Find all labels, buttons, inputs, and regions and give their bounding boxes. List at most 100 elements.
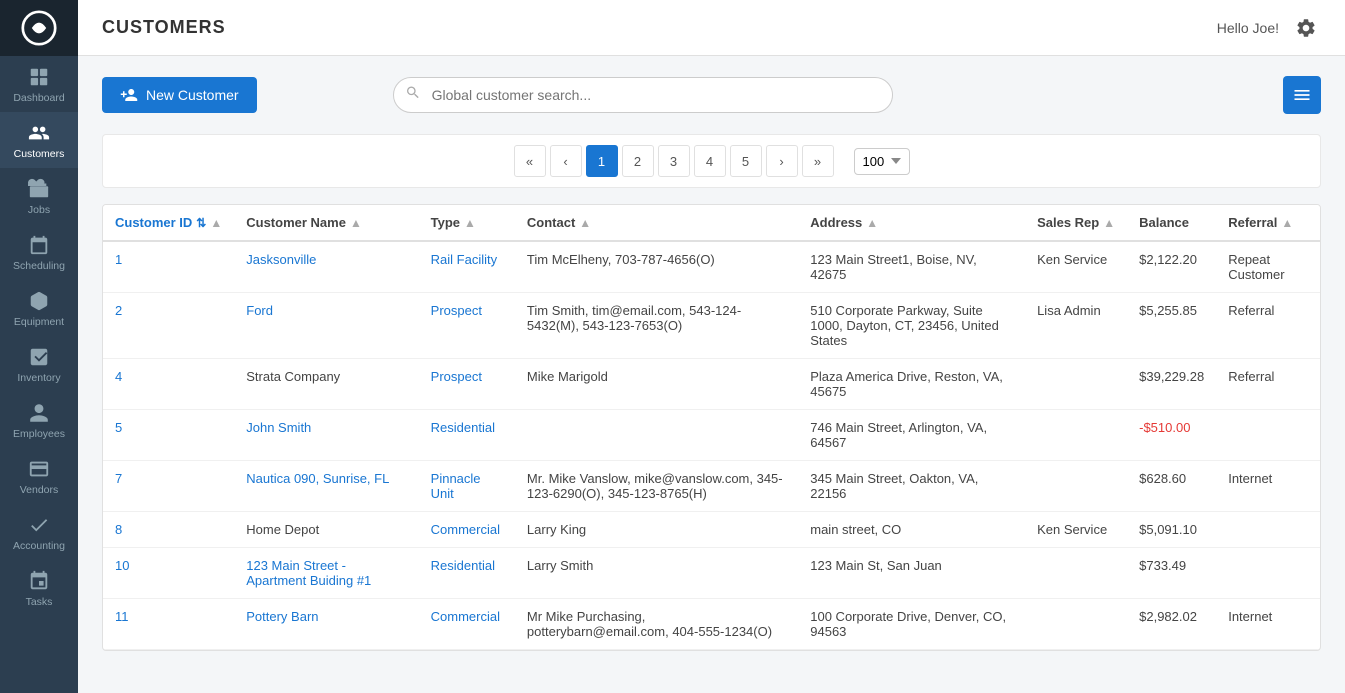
cell-sales-rep	[1025, 548, 1127, 599]
page-prev-button[interactable]: ‹	[550, 145, 582, 177]
cell-name: Strata Company	[234, 359, 418, 410]
customer-name-link[interactable]: 123 Main Street - Apartment Buiding #1	[246, 558, 371, 588]
cell-balance: -$510.00	[1127, 410, 1216, 461]
filter-referral-icon[interactable]: ▲	[1281, 216, 1293, 230]
sidebar-item-inventory[interactable]: Inventory	[0, 336, 78, 392]
filter-type-icon[interactable]: ▲	[464, 216, 476, 230]
col-balance: Balance	[1127, 205, 1216, 241]
cell-sales-rep	[1025, 461, 1127, 512]
search-input[interactable]	[393, 77, 893, 113]
page-first-button[interactable]: «	[514, 145, 546, 177]
sidebar-item-dashboard[interactable]: Dashboard	[0, 56, 78, 112]
customer-id-link[interactable]: 4	[115, 369, 122, 384]
filter-name-icon[interactable]: ▲	[350, 216, 362, 230]
customer-type: Residential	[431, 558, 495, 573]
cell-sales-rep	[1025, 359, 1127, 410]
col-referral: Referral ▲	[1216, 205, 1320, 241]
customer-name-link[interactable]: Nautica 090, Sunrise, FL	[246, 471, 389, 486]
cell-sales-rep: Ken Service	[1025, 241, 1127, 293]
sidebar-item-employees[interactable]: Employees	[0, 392, 78, 448]
settings-button[interactable]	[1291, 13, 1321, 43]
cell-sales-rep	[1025, 599, 1127, 650]
customers-icon	[28, 122, 50, 144]
customer-name-link[interactable]: Pottery Barn	[246, 609, 318, 624]
table-row: 7 Nautica 090, Sunrise, FL Pinnacle Unit…	[103, 461, 1320, 512]
customer-id-link[interactable]: 10	[115, 558, 129, 573]
page-5-button[interactable]: 5	[730, 145, 762, 177]
person-add-icon	[120, 86, 138, 104]
customer-id-link[interactable]: 2	[115, 303, 122, 318]
cell-id: 10	[103, 548, 234, 599]
filter-contact-icon[interactable]: ▲	[579, 216, 591, 230]
search-icon	[405, 85, 421, 106]
page-2-button[interactable]: 2	[622, 145, 654, 177]
col-customer-id: Customer ID ⇅ ▲	[103, 205, 234, 241]
cell-type: Pinnacle Unit	[419, 461, 515, 512]
employees-icon	[28, 402, 50, 424]
cell-type: Commercial	[419, 512, 515, 548]
dashboard-icon	[28, 66, 50, 88]
search-box	[393, 77, 893, 113]
page-1-button[interactable]: 1	[586, 145, 618, 177]
vendors-icon	[28, 458, 50, 480]
filter-customer-id-icon[interactable]: ▲	[210, 216, 222, 230]
inventory-icon	[28, 346, 50, 368]
filter-address-icon[interactable]: ▲	[866, 216, 878, 230]
cell-address: Plaza America Drive, Reston, VA, 45675	[798, 359, 1025, 410]
gear-icon	[1295, 17, 1317, 39]
sidebar-item-vendors[interactable]: Vendors	[0, 448, 78, 504]
sidebar-item-customers[interactable]: Customers	[0, 112, 78, 168]
sidebar-item-jobs[interactable]: Jobs	[0, 168, 78, 224]
cell-contact: Mr. Mike Vanslow, mike@vanslow.com, 345-…	[515, 461, 798, 512]
cell-sales-rep: Ken Service	[1025, 512, 1127, 548]
cell-name: Home Depot	[234, 512, 418, 548]
customer-id-link[interactable]: 7	[115, 471, 122, 486]
cell-name: 123 Main Street - Apartment Buiding #1	[234, 548, 418, 599]
sidebar-item-tasks[interactable]: Tasks	[0, 560, 78, 616]
cell-balance: $5,255.85	[1127, 293, 1216, 359]
customer-name-link[interactable]: John Smith	[246, 420, 311, 435]
customer-id-link[interactable]: 1	[115, 252, 122, 267]
customer-type: Commercial	[431, 522, 500, 537]
cell-referral: Internet	[1216, 461, 1320, 512]
cell-name: Pottery Barn	[234, 599, 418, 650]
sidebar-item-equipment[interactable]: Equipment	[0, 280, 78, 336]
cell-type: Residential	[419, 548, 515, 599]
sort-asc-icon[interactable]: ⇅	[196, 216, 206, 230]
cell-type: Residential	[419, 410, 515, 461]
equipment-icon	[28, 290, 50, 312]
page-3-button[interactable]: 3	[658, 145, 690, 177]
menu-button[interactable]	[1283, 76, 1321, 114]
cell-id: 1	[103, 241, 234, 293]
sidebar-item-scheduling[interactable]: Scheduling	[0, 224, 78, 280]
customer-id-link[interactable]: 11	[115, 609, 129, 624]
new-customer-button[interactable]: New Customer	[102, 77, 257, 113]
cell-name: John Smith	[234, 410, 418, 461]
cell-referral: Referral	[1216, 293, 1320, 359]
customer-name-link[interactable]: Jasksonville	[246, 252, 316, 267]
cell-id: 11	[103, 599, 234, 650]
customer-name-link[interactable]: Ford	[246, 303, 273, 318]
customer-type: Rail Facility	[431, 252, 497, 267]
greeting-text: Hello Joe!	[1217, 20, 1279, 36]
per-page-select[interactable]: 100 50 25 10	[854, 148, 910, 175]
table-row: 5 John Smith Residential 746 Main Street…	[103, 410, 1320, 461]
cell-address: 123 Main St, San Juan	[798, 548, 1025, 599]
customer-type: Pinnacle Unit	[431, 471, 481, 501]
toolbar: New Customer	[102, 76, 1321, 114]
page-4-button[interactable]: 4	[694, 145, 726, 177]
content-area: New Customer « ‹ 1 2 3 4 5 › »	[78, 56, 1345, 693]
customer-type: Prospect	[431, 303, 482, 318]
cell-referral	[1216, 410, 1320, 461]
cell-name: Jasksonville	[234, 241, 418, 293]
filter-salesrep-icon[interactable]: ▲	[1103, 216, 1115, 230]
sidebar-item-accounting[interactable]: Accounting	[0, 504, 78, 560]
header-right: Hello Joe!	[1217, 13, 1321, 43]
customer-id-link[interactable]: 5	[115, 420, 122, 435]
customer-id-link[interactable]: 8	[115, 522, 122, 537]
page-next-button[interactable]: ›	[766, 145, 798, 177]
page-last-button[interactable]: »	[802, 145, 834, 177]
col-sales-rep: Sales Rep ▲	[1025, 205, 1127, 241]
cell-referral: Referral	[1216, 359, 1320, 410]
jobs-icon	[28, 178, 50, 200]
